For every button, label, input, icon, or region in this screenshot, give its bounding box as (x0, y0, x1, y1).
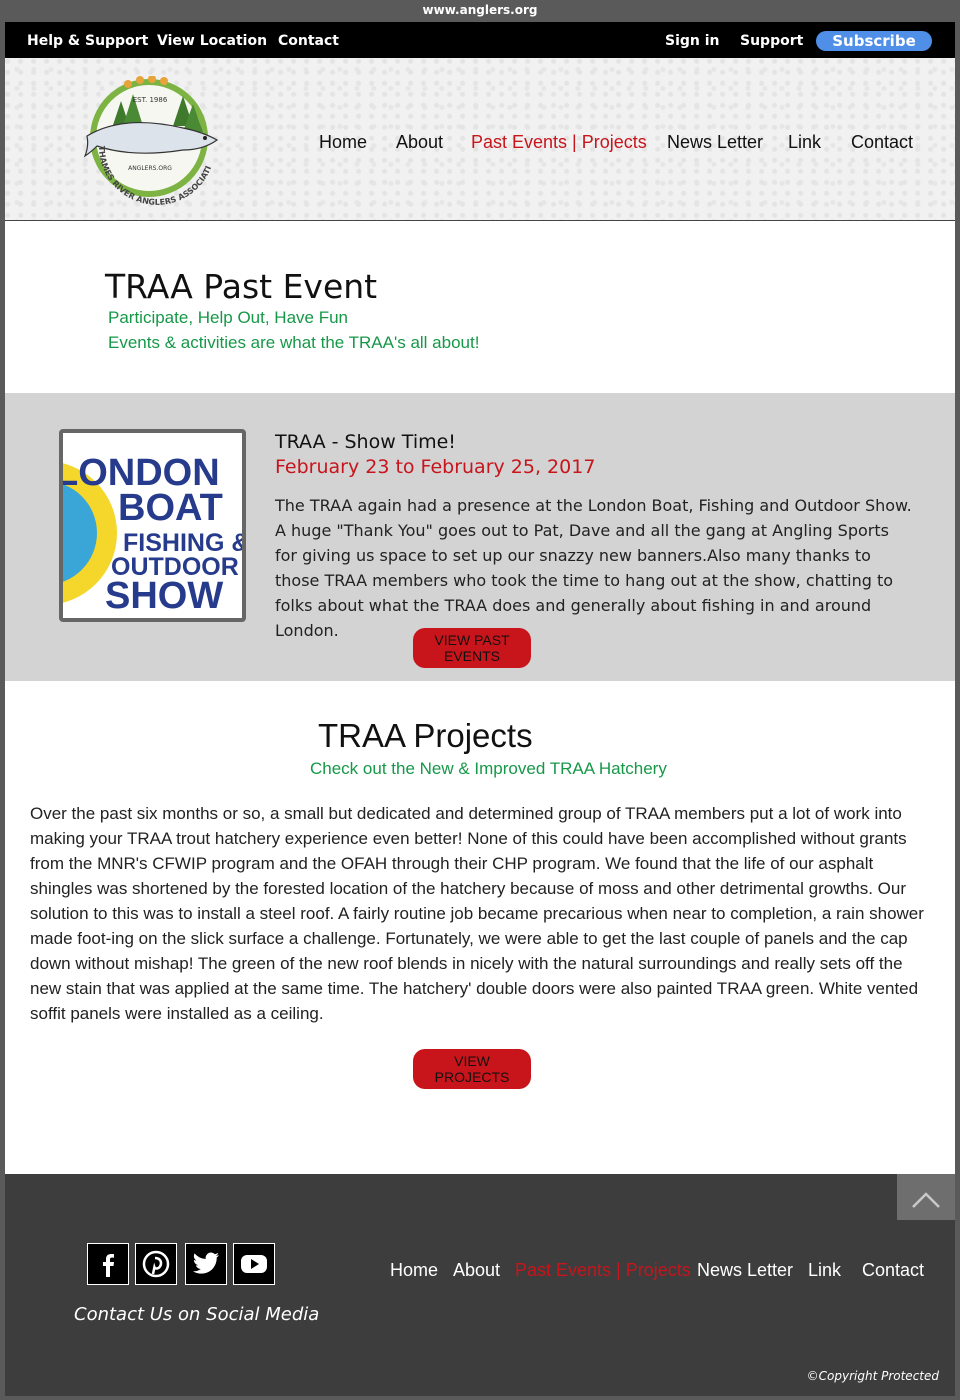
site-header: EST. 1986 ANGLERS.ORG THAMES RIVER ANGLE… (5, 58, 955, 221)
help-support-link[interactable]: Help & Support (27, 22, 148, 60)
past-event-subtitle-1: Participate, Help Out, Have Fun (108, 308, 349, 327)
facebook-icon[interactable] (87, 1243, 129, 1285)
projects-section: TRAA Projects Check out the New & Improv… (5, 681, 955, 1174)
event-image: LONDON BOAT FISHING & OUTDOOR SHOW (59, 429, 246, 622)
top-contact-link[interactable]: Contact (278, 22, 339, 60)
support-link[interactable]: Support (740, 22, 803, 60)
youtube-icon[interactable] (233, 1243, 275, 1285)
view-projects-button[interactable]: VIEW PROJECTS (413, 1049, 531, 1089)
past-event-header: TRAA Past Event Participate, Help Out, H… (5, 221, 955, 393)
traa-logo[interactable]: EST. 1986 ANGLERS.ORG THAMES RIVER ANGLE… (83, 76, 228, 206)
nav-home[interactable]: Home (319, 132, 367, 153)
event-description: The TRAA again had a presence at the Lon… (275, 496, 912, 640)
footer-nav-home[interactable]: Home (390, 1260, 438, 1281)
logo-est: EST. 1986 (133, 96, 168, 104)
nav-contact[interactable]: Contact (851, 132, 913, 153)
projects-title: TRAA Projects (318, 717, 533, 754)
nav-link[interactable]: Link (788, 132, 821, 153)
footer-nav-contact[interactable]: Contact (862, 1260, 924, 1281)
logo-site: ANGLERS.ORG (128, 165, 172, 172)
back-to-top-button[interactable] (897, 1174, 955, 1220)
top-bar: Help & Support View Location Contact Sig… (5, 22, 955, 58)
subscribe-button[interactable]: Subscribe (816, 31, 932, 51)
footer-nav-news-letter[interactable]: News Letter (697, 1260, 793, 1281)
projects-subtitle: Check out the New & Improved TRAA Hatche… (310, 759, 667, 778)
footer-nav-past-events-projects[interactable]: Past Events | Projects (515, 1260, 691, 1281)
view-past-events-button[interactable]: VIEW PAST EVENTS (413, 628, 531, 668)
past-event-subtitle-2: Events & activities are what the TRAA's … (108, 333, 480, 352)
nav-about[interactable]: About (396, 132, 443, 153)
copyright-text: ©Copyright Protected (806, 1369, 939, 1383)
event-title: TRAA - Show Time! (275, 431, 456, 453)
chevron-up-icon (912, 1192, 940, 1208)
event-section: LONDON BOAT FISHING & OUTDOOR SHOW TRAA … (5, 393, 955, 681)
past-event-title: TRAA Past Event (105, 267, 378, 306)
view-location-link[interactable]: View Location (157, 22, 267, 60)
contact-social-text: Contact Us on Social Media (74, 1304, 320, 1325)
footer-nav-link[interactable]: Link (808, 1260, 841, 1281)
footer-nav-about[interactable]: About (453, 1260, 500, 1281)
event-image-line-5: SHOW (105, 575, 223, 617)
browser-url: www.anglers.org (422, 3, 538, 17)
projects-description: Over the past six months or so, a small … (30, 804, 924, 1023)
site-footer: Contact Us on Social Media Home About Pa… (5, 1174, 955, 1396)
pinterest-icon[interactable] (135, 1243, 177, 1285)
twitter-icon[interactable] (185, 1243, 227, 1285)
nav-news-letter[interactable]: News Letter (667, 132, 763, 153)
sign-in-link[interactable]: Sign in (665, 22, 720, 60)
nav-past-events-projects[interactable]: Past Events | Projects (471, 132, 647, 153)
event-image-line-2: BOAT (118, 487, 223, 529)
event-date: February 23 to February 25, 2017 (275, 456, 596, 478)
